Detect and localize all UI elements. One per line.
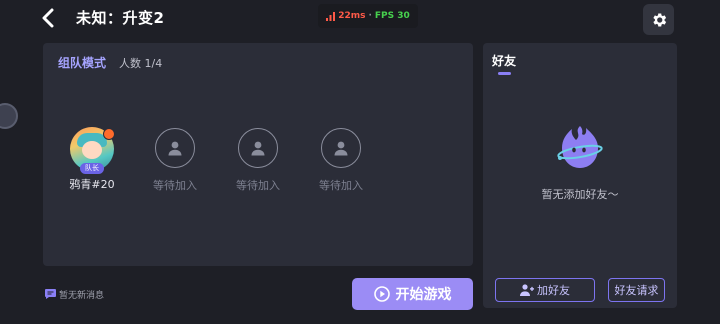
- play-icon: [373, 286, 390, 302]
- add-person-icon: [520, 284, 534, 296]
- ping-value: 22ms: [338, 11, 366, 21]
- friends-tab-indicator: [498, 72, 511, 75]
- signal-icon: [326, 11, 336, 21]
- team-member-count: 人数 1/4: [119, 57, 163, 70]
- page-title: 未知：升变2: [76, 9, 165, 27]
- start-game-label: 开始游戏: [395, 287, 452, 303]
- friends-panel: [483, 43, 677, 308]
- add-friend-label: 加好友: [537, 284, 570, 297]
- waiting-label: 等待加入: [236, 179, 280, 192]
- network-status: 22ms · FPS 30: [318, 4, 418, 28]
- back-button[interactable]: [36, 6, 60, 30]
- waiting-label: 等待加入: [153, 179, 197, 192]
- friend-requests-button[interactable]: 好友请求: [608, 278, 665, 302]
- settings-button[interactable]: [643, 4, 674, 35]
- gear-icon: [652, 12, 666, 27]
- player-name: 鸦青#20: [69, 178, 115, 191]
- edge-handle[interactable]: [0, 103, 18, 129]
- person-icon: [251, 141, 265, 156]
- waiting-label: 等待加入: [319, 179, 363, 192]
- person-icon: [168, 141, 182, 156]
- chat-icon: [45, 289, 56, 299]
- team-mode-title: 组队模式: [58, 56, 107, 70]
- team-slot-empty[interactable]: 等待加入: [306, 128, 376, 193]
- team-slot-empty[interactable]: 等待加入: [140, 128, 210, 193]
- team-slot-host[interactable]: 队长 鸦青#20: [57, 127, 127, 192]
- friend-requests-label: 好友请求: [614, 284, 659, 297]
- friends-empty-text: 暂无添加好友～: [541, 188, 619, 201]
- host-badge: 队长: [80, 163, 104, 174]
- add-friend-button[interactable]: 加好友: [495, 278, 595, 302]
- avatar-status-mark: [103, 128, 115, 140]
- start-game-button[interactable]: 开始游戏: [352, 278, 473, 310]
- status-separator: ·: [368, 11, 372, 21]
- mascot-icon: [557, 126, 603, 168]
- avatar: 队长: [70, 127, 115, 174]
- fps-value: FPS 30: [374, 11, 410, 21]
- team-slot-empty[interactable]: 等待加入: [223, 128, 293, 193]
- message-status[interactable]: 暂无新消息: [59, 288, 104, 301]
- back-arrow-icon: [42, 8, 54, 28]
- friends-tab[interactable]: 好友: [492, 52, 516, 69]
- person-icon: [334, 141, 348, 156]
